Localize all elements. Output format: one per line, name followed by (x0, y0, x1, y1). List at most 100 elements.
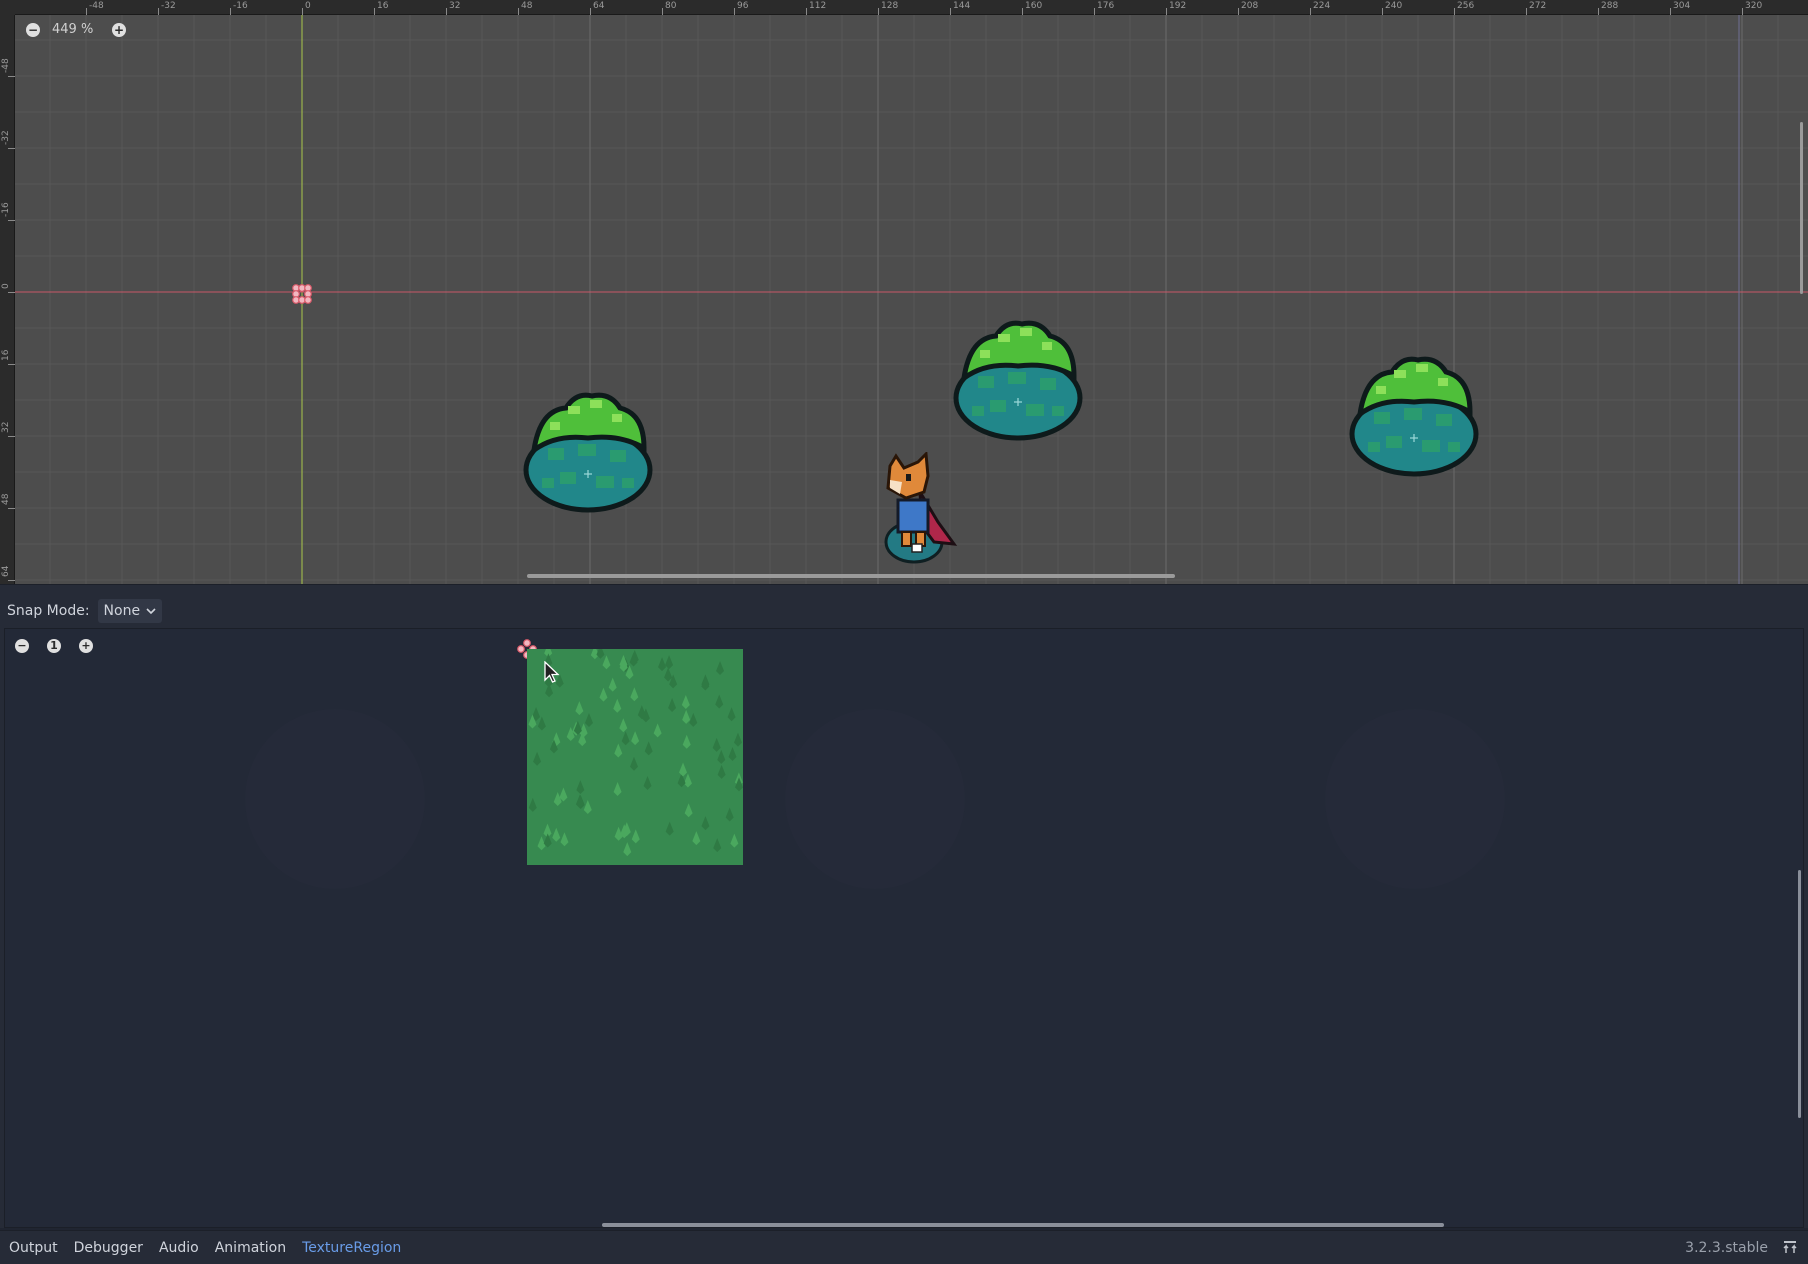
player-sprite[interactable] (876, 452, 960, 564)
bottom-dock: Output Debugger Audio Animation TextureR… (0, 1230, 1808, 1264)
grass-leaf (664, 667, 673, 682)
bush-sprite[interactable] (1346, 350, 1482, 482)
snap-mode-dropdown[interactable]: None (97, 599, 163, 623)
zoom-out-icon[interactable]: − (26, 22, 40, 37)
viewport-horizontal-scrollbar[interactable] (527, 574, 1175, 578)
ruler-tick (1454, 8, 1455, 15)
ruler-tick (518, 8, 519, 15)
ruler-tick (230, 8, 231, 15)
grass-leaf (682, 734, 691, 749)
region-zoom-controls: − 1 + (15, 639, 93, 653)
grass-leaf (630, 687, 639, 702)
texture-region-panel: Snap Mode: None − 1 + (0, 594, 1808, 1228)
zoom-in-icon[interactable]: + (79, 639, 93, 653)
grass-leaf (553, 791, 562, 806)
ruler-tick (302, 8, 303, 15)
ruler-tick (734, 8, 735, 15)
grass-leaf (623, 842, 632, 857)
zoom-in-icon[interactable]: + (112, 22, 126, 37)
grass-leaf (712, 737, 721, 752)
ruler-tick-label: 240 (1385, 1, 1403, 11)
texture-region-canvas[interactable]: − 1 + (4, 628, 1804, 1228)
grass-leaf (684, 803, 693, 818)
ruler-tick-label: -16 (1, 202, 11, 217)
ruler-tick (86, 8, 87, 15)
grass-leaf (727, 707, 736, 722)
grass-leaf (679, 762, 688, 777)
ruler-tick-label: 80 (665, 1, 677, 11)
grass-leaf (619, 718, 628, 733)
ruler-tick-label: 176 (1097, 1, 1115, 11)
ruler-tick (1310, 8, 1311, 15)
watermark-shape (245, 709, 425, 889)
ruler-corner (0, 0, 15, 15)
grass-leaf (599, 687, 608, 702)
grass-leaf (682, 709, 691, 724)
zoom-reset-icon[interactable]: 1 (47, 639, 61, 653)
ruler-tick-label: -48 (1, 58, 11, 73)
grass-leaf (629, 756, 638, 771)
grass-leaf (552, 827, 561, 842)
zoom-level[interactable]: 449 % (52, 22, 100, 37)
ruler-tick (8, 436, 15, 437)
ruler-tick (950, 8, 951, 15)
expand-panel-icon[interactable] (1782, 1239, 1798, 1255)
grass-leaf (631, 829, 640, 844)
origin-marker-icon[interactable] (290, 282, 314, 306)
grass-leaf (717, 749, 726, 764)
region-horizontal-scrollbar[interactable] (602, 1223, 1444, 1227)
grass-leaf (725, 807, 734, 822)
grass-leaf (644, 741, 653, 756)
ruler-tick-label: 256 (1457, 1, 1475, 11)
ruler-tick-label: 128 (881, 1, 899, 11)
grass-leaf (689, 712, 698, 727)
ruler-tick-label: 320 (1745, 1, 1763, 11)
grass-leaf (614, 826, 623, 841)
snap-mode-bar: Snap Mode: None (0, 594, 1808, 628)
background-watermark (245, 709, 1505, 889)
ruler-tick (8, 364, 15, 365)
grass-leaf (668, 697, 677, 712)
ruler-tick-label: 32 (1, 421, 11, 433)
viewport-zoom-controls: − 449 % + (26, 22, 126, 37)
grass-leaf (717, 764, 726, 779)
ruler-tick (1238, 8, 1239, 15)
grass-leaf (602, 655, 611, 670)
ruler-tick (1670, 8, 1671, 15)
ruler-tick (662, 8, 663, 15)
ruler-tick (1526, 8, 1527, 15)
viewport-vertical-scrollbar[interactable] (1800, 122, 1803, 294)
tab-output[interactable]: Output (9, 1240, 58, 1256)
grass-leaf (533, 751, 542, 766)
bush-sprite[interactable] (520, 386, 656, 518)
ruler-horizontal: -48 -32 -16 0 16 32 48 64 80 96 112 128 144 160 176 192… (0, 0, 1808, 15)
grass-leaf (596, 644, 605, 659)
tab-textureregion[interactable]: TextureRegion (302, 1240, 401, 1256)
tab-animation[interactable]: Animation (215, 1240, 286, 1256)
region-vertical-scrollbar[interactable] (1798, 870, 1801, 1118)
ruler-tick (1598, 8, 1599, 15)
zoom-out-icon[interactable]: − (15, 639, 29, 653)
panel-splitter[interactable] (0, 584, 1808, 594)
ruler-tick (374, 8, 375, 15)
grass-leaf (583, 799, 592, 814)
ruler-tick-label: 32 (449, 1, 461, 11)
ruler-tick-label: 96 (737, 1, 749, 11)
ruler-tick-label: 0 (305, 1, 311, 11)
bush-sprite[interactable] (950, 314, 1086, 446)
ruler-tick (806, 8, 807, 15)
ruler-tick (1742, 8, 1743, 15)
grass-leaf (613, 781, 622, 796)
ruler-tick-label: 144 (953, 1, 971, 11)
ruler-tick (8, 292, 15, 293)
grass-leaf (715, 694, 724, 709)
ruler-tick-label: 48 (521, 1, 533, 11)
ruler-tick (158, 8, 159, 15)
tab-audio[interactable]: Audio (159, 1240, 199, 1256)
tab-debugger[interactable]: Debugger (74, 1240, 143, 1256)
canvas-viewport[interactable]: -48 -32 -16 0 16 32 48 64 80 96 112 128 144 160 176 192… (0, 0, 1808, 584)
grass-leaf (730, 833, 739, 848)
grass-leaf (683, 773, 692, 788)
grass-leaf (545, 683, 554, 698)
grass-leaf (677, 773, 686, 788)
